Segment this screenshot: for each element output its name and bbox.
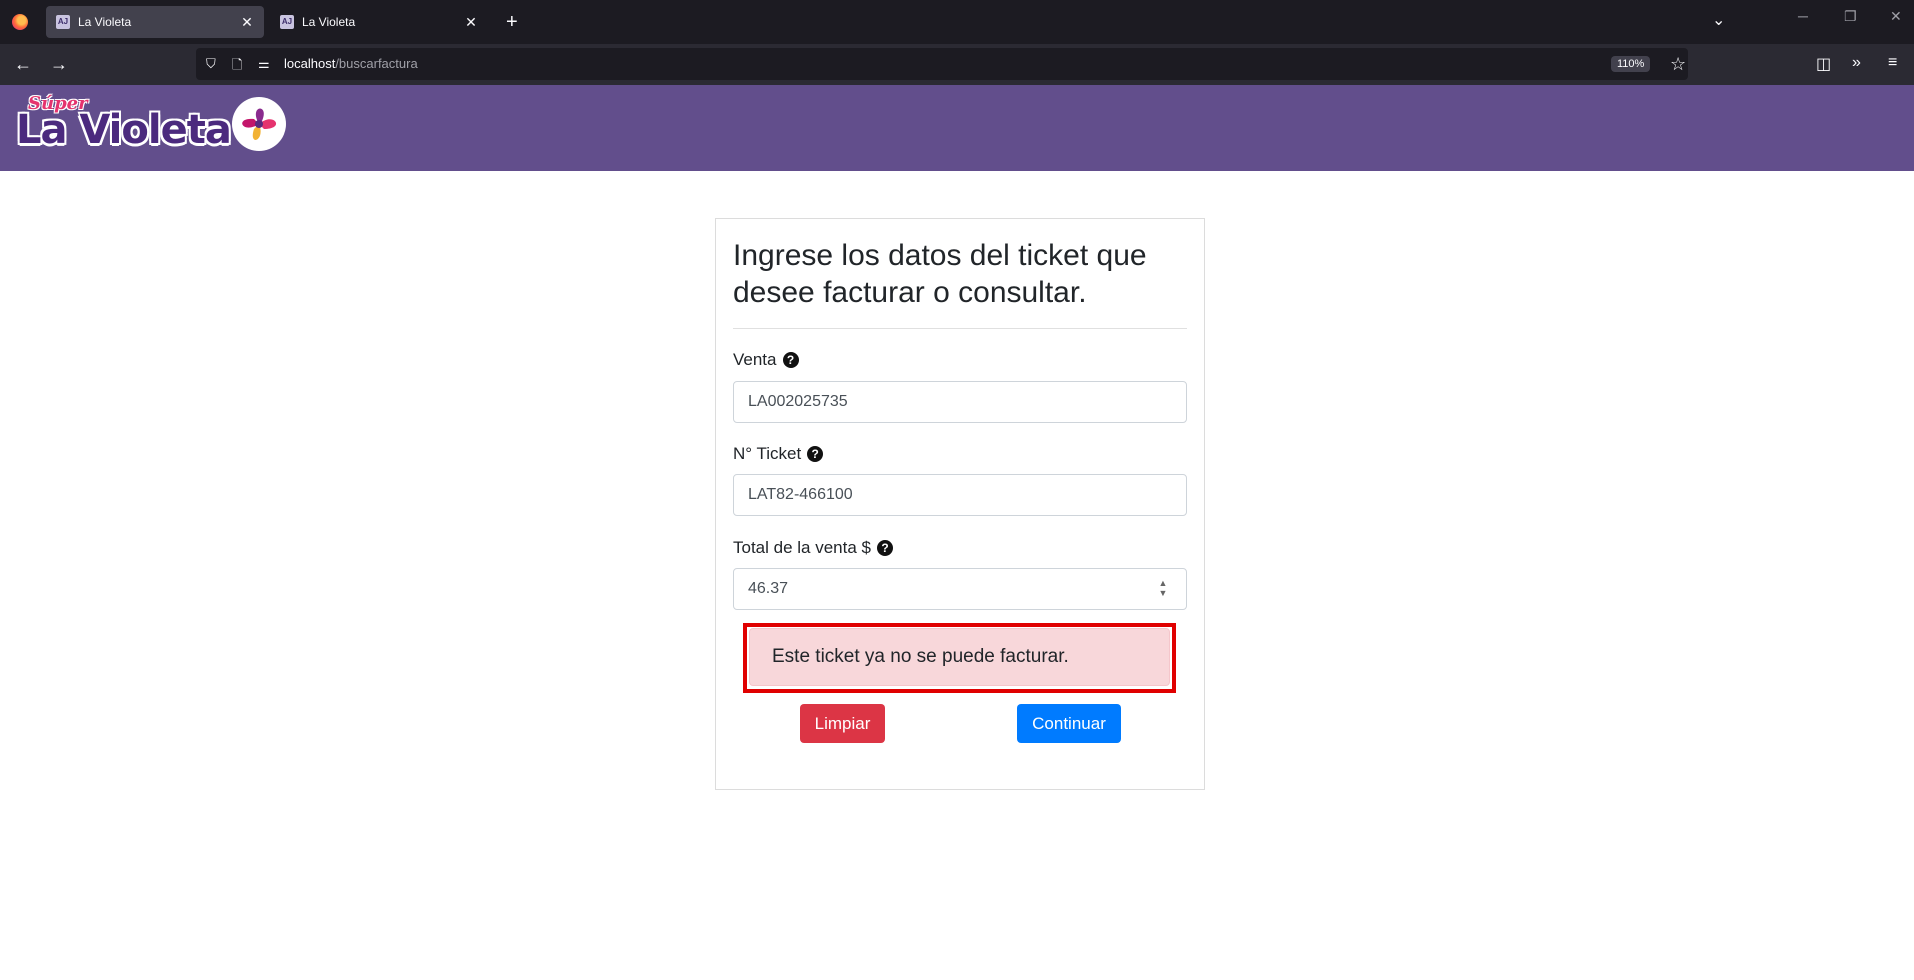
tab-title: La Violeta — [78, 15, 132, 29]
venta-label: Venta ? — [733, 350, 799, 370]
close-window-icon[interactable]: ✕ — [1890, 8, 1902, 25]
browser-tab-bar: AJ La Violeta ✕ AJ La Violeta ✕ + ⌄ ─ ❐ … — [0, 0, 1914, 44]
zoom-level-badge[interactable]: 110% — [1611, 56, 1651, 72]
extensions-overflow-icon[interactable]: » — [1852, 54, 1861, 72]
minimize-window-icon[interactable]: ─ — [1798, 8, 1808, 24]
list-all-tabs-chevron-icon[interactable]: ⌄ — [1712, 10, 1725, 30]
url-text[interactable]: localhost/buscarfactura — [284, 56, 418, 71]
tab-close-icon[interactable]: ✕ — [464, 14, 478, 31]
permissions-icon[interactable]: ⚌ — [258, 56, 270, 72]
bookmark-star-icon[interactable]: ☆ — [1670, 54, 1686, 75]
pocket-icon[interactable]: ◫ — [1816, 54, 1831, 74]
continue-button[interactable]: Continuar — [1017, 704, 1121, 743]
tab-la-violeta[interactable]: AJ La Violeta ✕ — [270, 6, 488, 38]
restore-window-icon[interactable]: ❐ — [1844, 8, 1857, 25]
total-label-text: Total de la venta $ — [733, 538, 871, 557]
browser-navigation-bar: ← → ⛉ 🗋 ⚌ localhost/buscarfactura 110% ☆… — [0, 44, 1914, 85]
error-alert: Este ticket ya no se puede facturar. — [749, 628, 1170, 686]
venta-input[interactable] — [733, 381, 1187, 423]
ticket-number-label-text: N° Ticket — [733, 444, 802, 463]
site-header: Súper La Violeta — [0, 85, 1914, 171]
tab-la-violeta-active[interactable]: AJ La Violeta ✕ — [46, 6, 264, 38]
forward-arrow-icon[interactable]: → — [50, 53, 68, 75]
heading-divider — [733, 328, 1187, 329]
form-heading: Ingrese los datos del ticket que desee f… — [733, 239, 1147, 309]
url-path: /buscarfactura — [335, 56, 418, 71]
back-arrow-icon[interactable]: ← — [14, 53, 32, 75]
page-icon[interactable]: 🗋 — [232, 56, 242, 78]
flower-logo-icon — [232, 97, 286, 151]
clear-button[interactable]: Limpiar — [800, 704, 885, 743]
total-input[interactable] — [733, 568, 1187, 610]
address-bar[interactable]: ⛉ 🗋 ⚌ localhost/buscarfactura 110% ☆ — [196, 48, 1688, 80]
venta-label-text: Venta — [733, 350, 777, 369]
number-spinner-icon[interactable]: ▲ ▼ — [1153, 578, 1173, 600]
hamburger-menu-icon[interactable]: ≡ — [1888, 54, 1897, 72]
url-host: localhost — [284, 56, 336, 71]
la-violeta-logo[interactable]: Súper La Violeta — [16, 93, 288, 161]
ticket-search-card: Ingrese los datos del ticket que desee f… — [715, 218, 1205, 790]
question-circle-icon[interactable]: ? — [807, 446, 824, 462]
tab-title: La Violeta — [302, 15, 356, 29]
ticket-number-label: N° Ticket ? — [733, 444, 824, 464]
tab-close-icon[interactable]: ✕ — [240, 14, 254, 31]
ticket-number-input[interactable] — [733, 474, 1187, 516]
tab-favicon-icon: AJ — [280, 15, 294, 29]
logo-main-text: La Violeta — [16, 107, 232, 153]
total-label: Total de la venta $ ? — [733, 538, 893, 558]
new-tab-plus-icon[interactable]: + — [506, 10, 518, 34]
question-circle-icon[interactable]: ? — [782, 352, 799, 368]
firefox-menu-icon[interactable] — [12, 14, 28, 30]
question-circle-icon[interactable]: ? — [876, 540, 893, 556]
tab-favicon-icon: AJ — [56, 15, 70, 29]
shield-icon[interactable]: ⛉ — [206, 56, 216, 72]
